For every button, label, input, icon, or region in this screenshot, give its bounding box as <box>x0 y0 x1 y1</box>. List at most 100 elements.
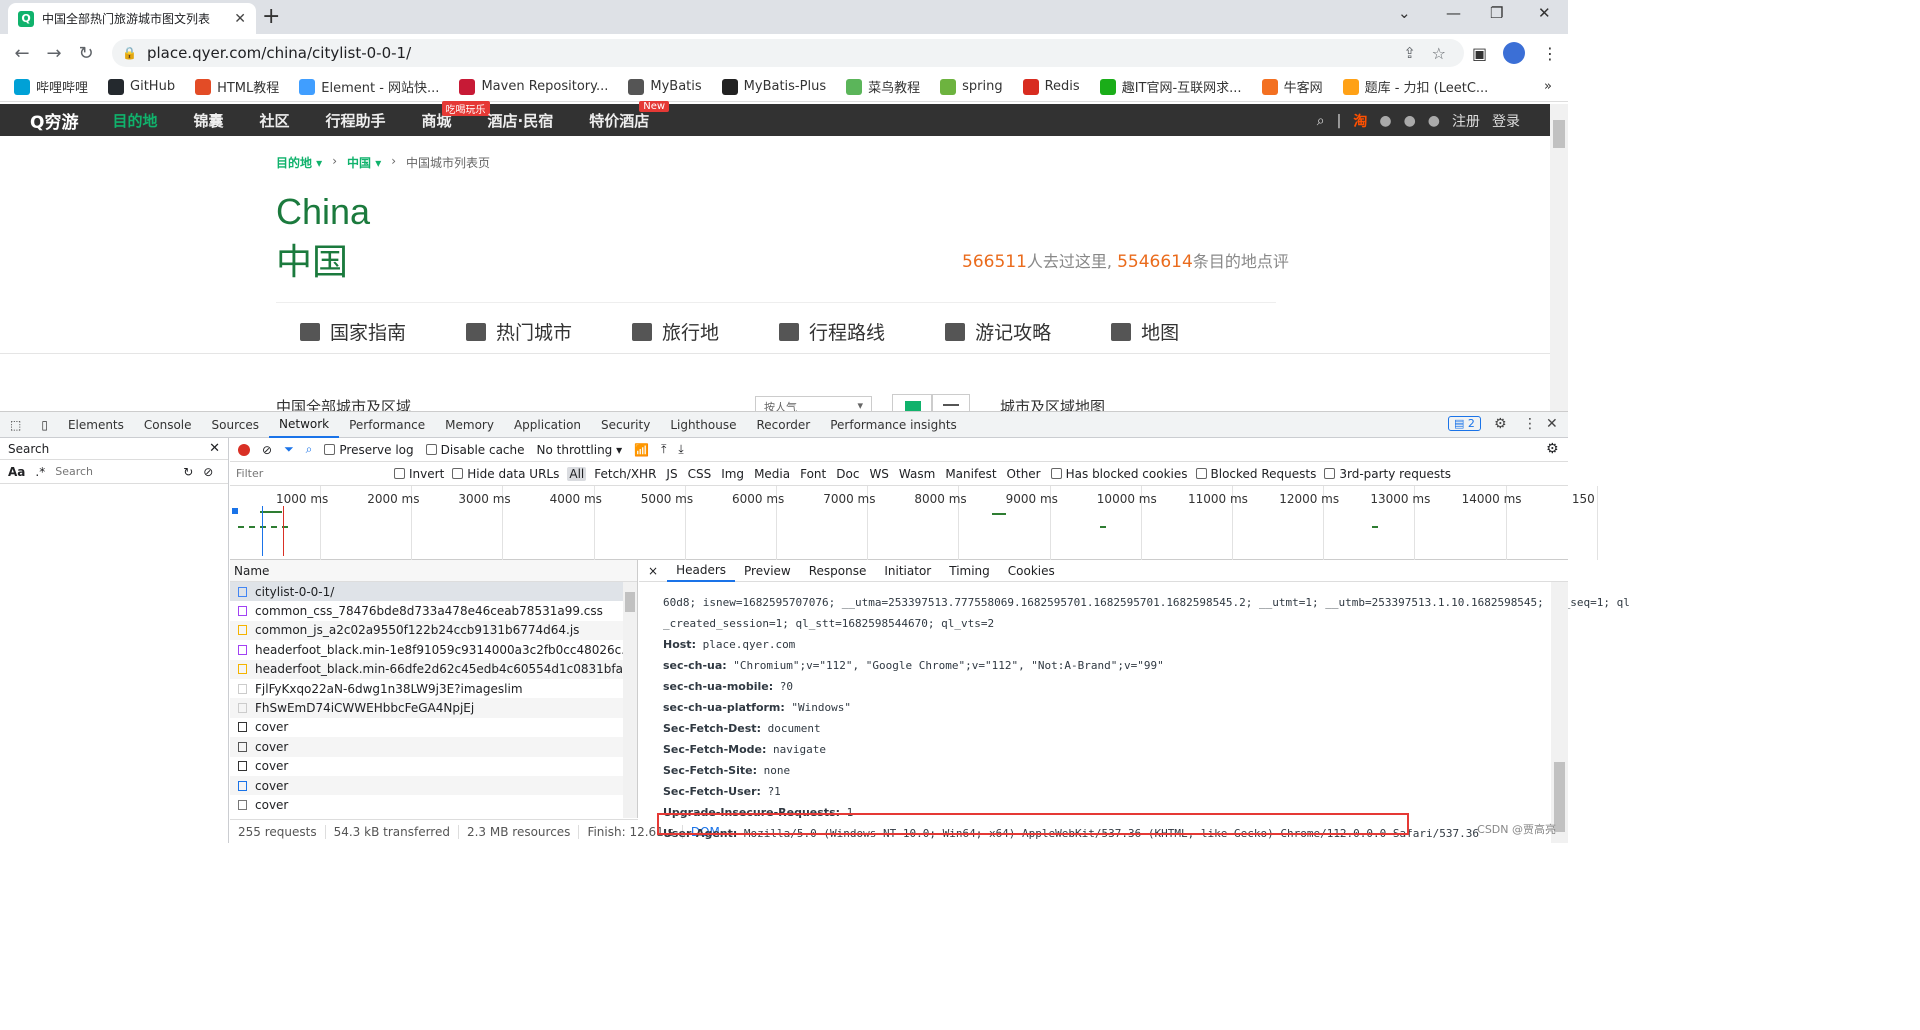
devtools-tab-recorder[interactable]: Recorder <box>746 412 820 438</box>
devtools-tab-security[interactable]: Security <box>591 412 660 438</box>
breadcrumb-item-0[interactable]: 目的地 ▾ <box>276 154 322 171</box>
close-detail-icon[interactable]: × <box>639 560 667 582</box>
request-row[interactable]: cover <box>230 737 637 757</box>
detail-tab-cookies[interactable]: Cookies <box>999 560 1064 582</box>
regex-toggle[interactable]: .* <box>35 465 45 479</box>
type-filter-fetch-xhr[interactable]: Fetch/XHR <box>592 467 658 481</box>
bookmark-10[interactable]: 趣IT官网-互联网求... <box>1099 77 1242 96</box>
search-network-icon[interactable]: ⌕ <box>306 442 313 457</box>
devtools-tab-lighthouse[interactable]: Lighthouse <box>660 412 746 438</box>
network-settings-gear-icon[interactable]: ⚙ <box>1546 441 1559 457</box>
type-filter-other[interactable]: Other <box>1005 467 1043 481</box>
invert-checkbox[interactable]: Invert <box>394 467 444 481</box>
devtools-tab-elements[interactable]: Elements <box>58 412 134 438</box>
request-row[interactable]: cover <box>230 718 637 737</box>
search-input[interactable] <box>55 462 174 481</box>
country-tab-4[interactable]: 游记攻略 <box>945 318 1051 345</box>
clear-log-icon[interactable]: ⊘ <box>262 443 272 457</box>
type-filter-all[interactable]: All <box>567 466 587 481</box>
bookmarks-overflow-button[interactable]: » <box>1544 79 1552 94</box>
site-nav-item-4[interactable]: 商城 吃喝玩乐 <box>422 100 490 131</box>
wechat-icon[interactable]: ● <box>1428 113 1440 129</box>
type-filter-media[interactable]: Media <box>752 467 792 481</box>
has-blocked-cookies-checkbox[interactable]: Has blocked cookies <box>1050 467 1188 481</box>
page-scrollbar-thumb[interactable] <box>1553 120 1565 148</box>
bookmark-star-icon[interactable]: ☆ <box>1432 44 1446 63</box>
country-tab-1[interactable]: 热门城市 <box>466 318 572 345</box>
page-scrollbar[interactable] <box>1550 104 1568 411</box>
grid-view-button[interactable] <box>892 394 932 411</box>
settings-gear-icon[interactable]: ⚙ <box>1494 416 1507 432</box>
devtools-menu-icon[interactable]: ⋮ <box>1523 416 1537 432</box>
request-row[interactable]: common_css_78476bde8d733a478e46ceab78531… <box>230 601 637 620</box>
type-filter-font[interactable]: Font <box>798 467 828 481</box>
taobao-icon[interactable]: 淘 <box>1353 111 1367 131</box>
blocked-requests-checkbox[interactable]: Blocked Requests <box>1195 467 1316 481</box>
site-nav-item-5[interactable]: 酒店·民宿 <box>488 110 554 131</box>
devtools-tab-sources[interactable]: Sources <box>202 412 269 438</box>
match-case-toggle[interactable]: Aa <box>8 465 25 479</box>
detail-tab-headers[interactable]: Headers <box>667 560 736 582</box>
detail-tab-response[interactable]: Response <box>800 560 876 582</box>
name-column-header[interactable]: Name <box>230 560 637 582</box>
network-overview-timeline[interactable]: 1000 ms 2000 ms 3000 ms 4000 ms 5000 ms 6000 … <box>230 486 1598 560</box>
request-row[interactable]: citylist-0-0-1/ <box>230 582 637 602</box>
detail-tab-preview[interactable]: Preview <box>735 560 800 582</box>
request-row[interactable]: headerfoot_black.min-1e8f91059c9314000a3… <box>230 640 637 659</box>
throttling-select[interactable]: No throttling ▾ <box>537 443 623 457</box>
bookmark-7[interactable]: 菜鸟教程 <box>846 77 920 96</box>
devtools-tab-network[interactable]: Network <box>269 412 340 438</box>
type-filter-ws[interactable]: WS <box>867 467 890 481</box>
request-row[interactable]: cover <box>230 795 637 814</box>
maximize-icon[interactable]: ❐ <box>1490 4 1503 22</box>
devtools-tab-performance[interactable]: Performance <box>339 412 435 438</box>
site-nav-item-2[interactable]: 社区 <box>259 110 289 131</box>
type-filter-wasm[interactable]: Wasm <box>897 467 937 481</box>
site-nav-item-1[interactable]: 锦囊 <box>193 110 223 131</box>
preserve-log-checkbox[interactable]: Preserve log <box>324 443 414 457</box>
bookmark-11[interactable]: 牛客网 <box>1261 77 1323 96</box>
country-tab-0[interactable]: 国家指南 <box>300 318 406 345</box>
site-nav-item-6[interactable]: 特价酒店 New <box>589 100 670 131</box>
close-search-icon[interactable]: ✕ <box>209 441 220 456</box>
filter-icon[interactable]: ⏷ <box>284 442 294 457</box>
browser-tab[interactable]: Q 中国全部热门旅游城市图文列表 ✕ <box>8 3 256 34</box>
breadcrumb-item-2[interactable]: 中国 ▾ <box>347 154 381 171</box>
country-tab-3[interactable]: 行程路线 <box>779 318 885 345</box>
request-row[interactable]: common_js_a2c02a9550f122b24ccb9131b6774d… <box>230 620 637 641</box>
disable-cache-checkbox[interactable]: Disable cache <box>425 443 525 457</box>
type-filter-doc[interactable]: Doc <box>834 467 861 481</box>
list-view-button[interactable] <box>932 394 970 411</box>
type-filter-js[interactable]: JS <box>664 467 679 481</box>
bookmark-4[interactable]: Maven Repository... <box>459 78 608 95</box>
breadcrumb-item-4[interactable]: 中国城市列表页 <box>406 154 490 171</box>
detail-tab-timing[interactable]: Timing <box>940 560 999 582</box>
bell-icon[interactable]: ● <box>1379 113 1391 129</box>
bookmark-3[interactable]: Element - 网站快... <box>299 77 439 96</box>
detail-scrollbar[interactable] <box>1551 582 1568 843</box>
request-row[interactable]: cover <box>230 775 637 796</box>
type-filter-manifest[interactable]: Manifest <box>943 467 998 481</box>
issues-badge[interactable]: ▤ 2 <box>1448 416 1481 431</box>
devtools-tab-application[interactable]: Application <box>504 412 591 438</box>
site-logo[interactable]: Q穷游 <box>30 108 78 133</box>
inspect-element-icon[interactable]: ⬚ <box>0 412 31 438</box>
login-link[interactable]: 登录 <box>1492 111 1520 131</box>
export-har-icon[interactable]: ⤓ <box>678 442 683 457</box>
refresh-search-icon[interactable]: ↻ <box>183 465 193 479</box>
forward-icon[interactable]: → <box>38 43 70 64</box>
site-nav-item-3[interactable]: 行程助手 <box>326 110 386 131</box>
record-icon[interactable] <box>238 443 250 456</box>
minimize-icon[interactable]: — <box>1446 4 1461 22</box>
detail-tab-initiator[interactable]: Initiator <box>875 560 940 582</box>
request-row[interactable]: headerfoot_black.min-66dfe2d62c45edb4c60… <box>230 659 637 679</box>
address-bar[interactable]: 🔒 place.qyer.com/china/citylist-0-0-1/ ⇪… <box>112 39 1464 67</box>
hide-data-urls-checkbox[interactable]: Hide data URLs <box>452 467 559 481</box>
country-tab-2[interactable]: 旅行地 <box>632 318 719 345</box>
request-row[interactable]: cover <box>230 757 637 776</box>
site-nav-item-0[interactable]: 目的地 <box>112 110 157 131</box>
side-panel-icon[interactable]: ▣ <box>1472 44 1487 63</box>
type-filter-css[interactable]: CSS <box>686 467 714 481</box>
share-icon[interactable]: ⇪ <box>1403 44 1416 62</box>
import-har-icon[interactable]: ⤒ <box>661 442 666 457</box>
